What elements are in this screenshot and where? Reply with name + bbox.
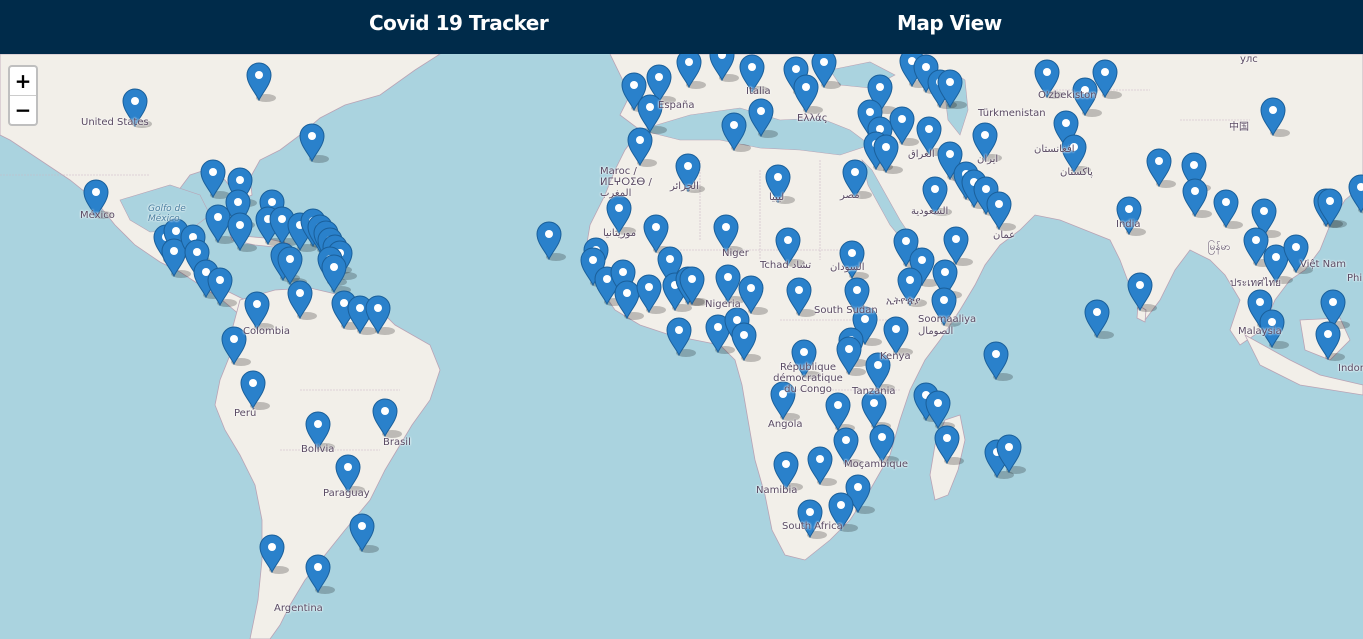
label-iraq: العراق [908,149,935,160]
label-tanzania: Tanzania [852,386,896,397]
label-nigeria: Nigeria [705,299,741,310]
label-greece: Ελλάς [797,113,828,124]
label-saudi-arabia: السعودية [911,206,949,217]
map-marker-icon[interactable] [349,513,379,553]
world-map[interactable]: United States México Golfo de México Col… [0,54,1363,639]
label-vietnam: Việt Nam [1300,259,1347,270]
label-mexico: México [80,210,115,221]
map-marker-icon[interactable] [925,390,955,430]
label-uzbekistan: O'zbekiston [1038,90,1097,101]
map-marker-icon[interactable] [1348,174,1363,214]
label-mongolia: улс [1240,54,1258,65]
map-marker-icon[interactable] [207,267,237,307]
label-argentina: Argentina [274,603,323,614]
label-colombia: Colombia [243,326,290,337]
label-italia: Italia [746,86,771,97]
label-malaysia: Malaysia [1238,326,1282,337]
label-brasil: Brasil [383,437,411,448]
label-rdc: République démocratique du Congo [773,362,843,395]
label-gulf-of-mexico: Golfo de México [148,204,186,224]
label-iran: ایران [977,154,999,165]
label-peru: Perú [234,408,257,419]
covid-tracker-link[interactable]: Covid 19 Tracker [369,0,549,54]
map-marker-icon[interactable] [299,123,329,163]
zoom-out-button[interactable]: − [10,96,36,124]
label-pakistan: پاکستان [1060,167,1093,178]
map-basemap [0,54,1363,639]
label-tchad: Tchad تشاد [760,260,812,271]
label-espana: España [658,100,695,111]
label-india: India [1116,219,1141,230]
label-niger: Niger [722,248,749,259]
label-paraguay: Paraguay [323,488,370,499]
map-marker-icon[interactable] [227,212,257,252]
top-navigation-bar: Covid 19 Tracker Map View [0,0,1363,54]
label-indonesia: Indonesia [1338,363,1363,374]
label-united-states: United States [81,117,149,128]
label-south-sudan: South Sudan [814,305,878,316]
label-egypt: مصر [840,190,860,201]
map-marker-icon[interactable] [983,341,1013,381]
label-angola: Angola [768,419,803,430]
label-sudan: السودان [830,262,865,273]
label-ethiopia: ኢትዮጵያ [886,296,921,307]
label-kenya: Kenya [880,351,911,362]
label-libya: ليبيا [769,192,785,203]
label-philippines: Phi [1347,273,1363,284]
map-marker-icon[interactable] [1084,299,1114,339]
label-afghanistan: افغانستان [1034,144,1075,155]
label-mauritania: موريتانيا [603,228,637,239]
label-somalia: Soomaaliya الصومال [918,314,977,337]
label-namibia: Namibia [756,485,798,496]
label-maroc: Maroc / ⵍⵎⵖⵔⵉⴱ / المغرب [600,166,652,199]
label-myanmar: မြန်မာ [1208,242,1231,253]
label-south-africa: South Africa [782,521,843,532]
map-view-link[interactable]: Map View [897,0,1002,54]
label-algeria: الجزائر [670,181,699,192]
label-turkmenistan: Türkmenistan [978,108,1046,119]
zoom-control: + − [8,65,38,126]
label-thailand: ประเทศไทย [1230,278,1281,289]
zoom-in-button[interactable]: + [10,67,36,96]
label-oman: عمان [993,230,1016,241]
map-marker-icon[interactable] [536,221,566,261]
label-bolivia: Bolivia [301,444,335,455]
map-marker-icon[interactable] [305,554,335,594]
label-china: 中国 [1229,122,1249,133]
label-mocambique: Moçambique [844,459,909,470]
